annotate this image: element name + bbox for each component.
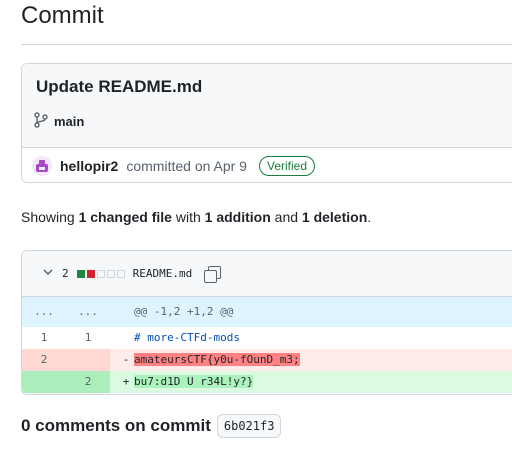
summary-additions: 1 addition [204,209,271,225]
diffstat-neutral-block [116,269,125,278]
file-diff: 2 README.md ... ... @@ -1,2 +1,2 @@ 1 1 … [21,250,512,395]
line-content: - amateursCTF{y0u-fOunD_m3; [110,349,512,371]
line-code: # more-CTFd-mods [134,331,240,344]
line-content: + bu7:d1D U r34L!y?} [110,371,512,393]
diffstat-neutral-block [106,269,115,278]
diff-table: ... ... @@ -1,2 +1,2 @@ 1 1 # more-CTFd-… [22,297,512,393]
diff-summary: Showing 1 changed file with 1 addition a… [21,209,371,225]
hunk-expand-left[interactable]: ... [22,297,66,327]
commit-author-row: hellopir2 committed on Apr 9 Verified [22,148,512,182]
diff-line-context: 1 1 # more-CTFd-mods [22,327,512,349]
line-code: bu7:d1D U r34L!y?} [134,375,254,388]
summary-and: and [274,209,299,225]
new-line-number[interactable]: 1 [66,327,110,349]
diffstat-blocks [76,269,125,278]
commit-header: Update README.md main [22,64,512,148]
commit-date: committed on Apr 9 [126,158,247,174]
branch-name[interactable]: main [54,114,84,129]
new-line-number[interactable]: 2 [66,371,110,393]
old-line-number[interactable]: 1 [22,327,66,349]
diff-line-deletion: 2 - amateursCTF{y0u-fOunD_m3; [22,349,512,371]
diffstat-neutral-block [96,269,105,278]
deletion-sign: - [122,353,130,366]
old-line-number[interactable] [22,371,66,393]
copy-icon[interactable] [204,265,222,283]
diffstat-del-block [86,269,95,278]
hunk-row[interactable]: ... ... @@ -1,2 +1,2 @@ [22,297,512,327]
commit-message: Update README.md [36,77,203,96]
file-name[interactable]: README.md [133,267,193,280]
author-link[interactable]: hellopir2 [60,158,118,174]
file-header: 2 README.md [22,251,512,297]
old-line-number[interactable]: 2 [22,349,66,371]
branch-row[interactable]: main [34,112,84,131]
summary-deletions: 1 deletion [301,209,368,225]
line-code: amateursCTF{y0u-fOunD_m3; [134,353,300,366]
page-title: Commit [21,2,104,29]
comments-label: 0 comments on commit [21,416,211,435]
summary-prefix: Showing [21,209,75,225]
git-branch-icon [34,112,48,131]
summary-changed: 1 changed file [78,209,172,225]
title-divider [21,44,512,45]
hunk-expand-right[interactable]: ... [66,297,110,327]
diff-line-addition: 2 + bu7:d1D U r34L!y?} [22,371,512,393]
commit-sha[interactable]: 6b021f3 [216,414,282,438]
comments-heading: 0 comments on commit 6b021f3 [21,414,282,438]
diffstat-add-block [76,269,85,278]
change-count: 2 [62,267,69,280]
verified-badge[interactable]: Verified [258,156,316,176]
summary-end: . [367,209,372,225]
commit-card: Update README.md main hellopir2 committe… [21,63,512,183]
chevron-down-icon[interactable] [42,266,54,281]
addition-sign: + [122,375,130,388]
summary-with: with [175,209,201,225]
new-line-number[interactable] [66,349,110,371]
hunk-header: @@ -1,2 +1,2 @@ [110,297,512,327]
avatar-icon[interactable] [32,156,52,176]
